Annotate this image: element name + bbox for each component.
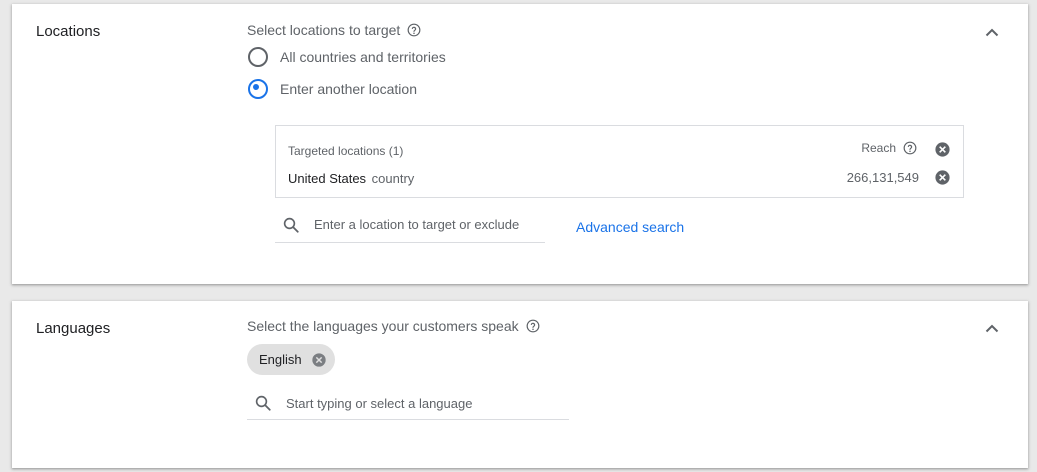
language-search-input[interactable]	[286, 395, 546, 411]
locations-card: Locations Select locations to target All…	[12, 4, 1028, 284]
languages-card: Languages Select the languages your cust…	[12, 301, 1028, 468]
radio-button-unchecked[interactable]	[248, 47, 268, 67]
help-icon[interactable]	[526, 319, 540, 333]
radio-all-countries-label: All countries and territories	[280, 49, 446, 65]
search-icon	[255, 395, 271, 411]
collapse-languages-button[interactable]	[982, 318, 1002, 338]
radio-enter-location[interactable]: Enter another location	[248, 79, 417, 99]
help-icon[interactable]	[407, 23, 421, 37]
location-reach: 266,131,549	[846, 170, 919, 185]
targeted-locations-header: Targeted locations (1)	[288, 144, 404, 158]
reach-label: Reach	[861, 141, 896, 155]
languages-prompt: Select the languages your customers spea…	[247, 318, 540, 334]
remove-all-locations-button[interactable]	[934, 141, 951, 158]
cancel-icon	[311, 352, 326, 367]
reach-header: Reach	[861, 141, 917, 155]
advanced-search-link[interactable]: Advanced search	[576, 219, 684, 235]
remove-location-button[interactable]	[934, 169, 951, 186]
language-search-field[interactable]	[247, 387, 569, 420]
help-icon[interactable]	[903, 141, 917, 155]
chevron-up-icon	[985, 324, 999, 332]
location-name-cell: United States country	[288, 171, 414, 186]
location-search-input[interactable]	[314, 217, 524, 232]
locations-title: Locations	[36, 23, 101, 40]
chevron-up-icon	[985, 28, 999, 36]
search-icon	[283, 217, 299, 233]
radio-all-countries[interactable]: All countries and territories	[248, 47, 446, 67]
cancel-icon	[935, 170, 950, 185]
targeted-locations-table: Targeted locations (1) Reach United Stat…	[275, 125, 964, 198]
locations-prompt: Select locations to target	[247, 22, 421, 38]
location-type: country	[371, 171, 415, 186]
location-search-field[interactable]	[275, 207, 545, 243]
locations-prompt-text: Select locations to target	[247, 22, 401, 38]
radio-button-checked[interactable]	[248, 79, 268, 99]
cancel-icon	[935, 142, 950, 157]
location-name: United States	[288, 171, 367, 186]
languages-title: Languages	[36, 320, 111, 337]
language-chip-label: English	[259, 352, 302, 367]
remove-language-button[interactable]	[311, 352, 327, 368]
languages-prompt-text: Select the languages your customers spea…	[247, 318, 519, 334]
collapse-locations-button[interactable]	[982, 22, 1002, 42]
radio-enter-location-label: Enter another location	[280, 81, 417, 97]
language-chip[interactable]: English	[247, 344, 335, 375]
